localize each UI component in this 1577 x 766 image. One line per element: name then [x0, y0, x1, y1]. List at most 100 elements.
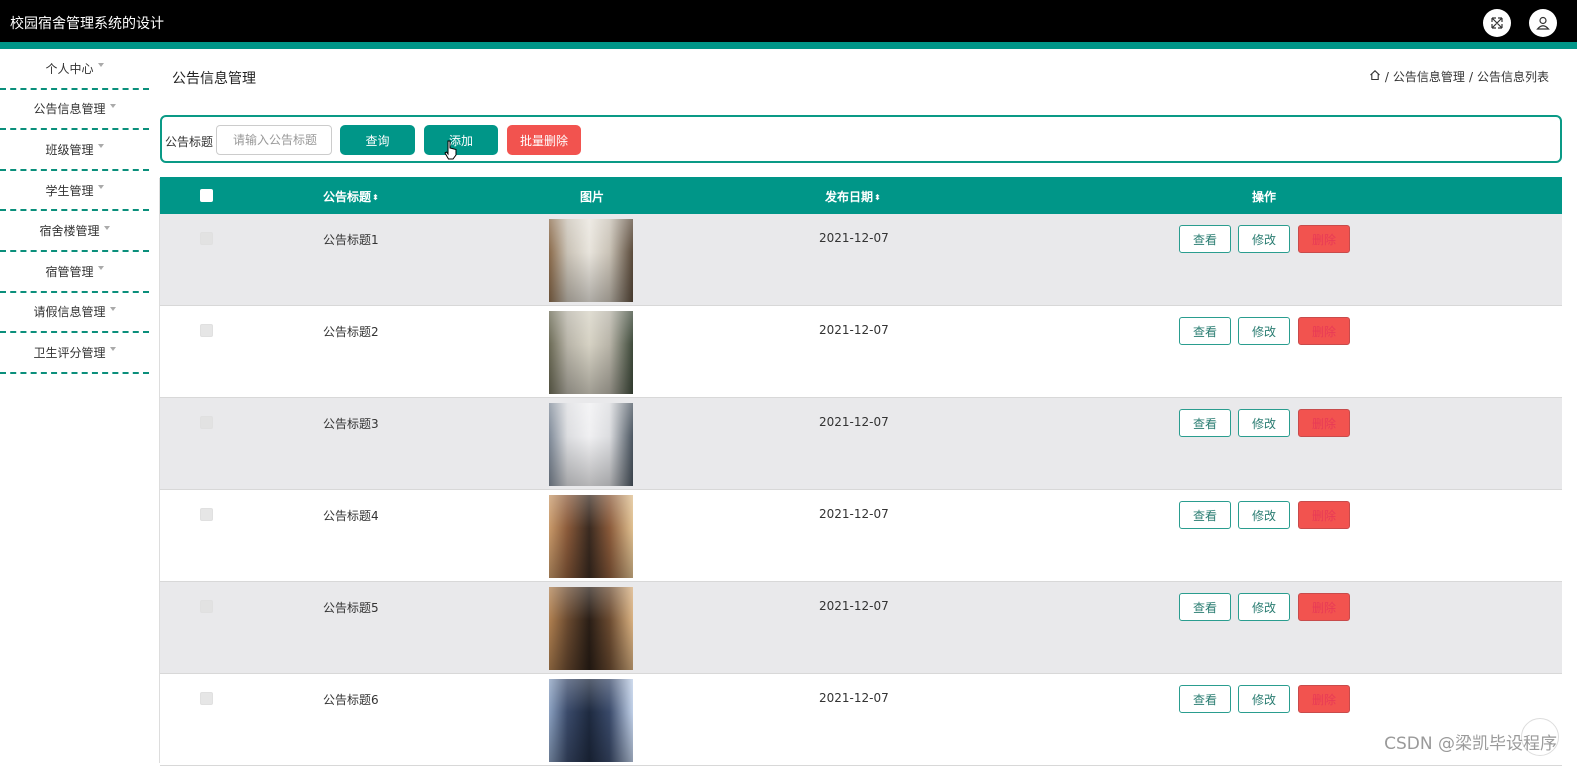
delete-button[interactable]: 删除: [1298, 409, 1350, 437]
row-title: 公告标题1: [323, 233, 379, 247]
query-button[interactable]: 查询: [340, 125, 415, 155]
row-title: 公告标题6: [323, 693, 379, 707]
delete-button[interactable]: 删除: [1298, 317, 1350, 345]
sidebar-item[interactable]: 学生管理: [0, 171, 149, 212]
table-header: 公告标题⬍ 图片 发布日期⬍ 操作: [160, 177, 1562, 214]
row-title: 公告标题3: [323, 417, 379, 431]
delete-button[interactable]: 删除: [1298, 685, 1350, 713]
sidebar-item-label: 请假信息管理: [33, 305, 106, 320]
select-all-checkbox[interactable]: [200, 189, 213, 202]
row-title: 公告标题5: [323, 601, 379, 615]
breadcrumb-item[interactable]: 公告信息管理: [1393, 68, 1465, 85]
row-checkbox[interactable]: [200, 416, 213, 429]
edit-button[interactable]: 修改: [1238, 409, 1290, 437]
row-date: 2021-12-07: [819, 599, 889, 613]
header-image: 图片: [580, 190, 605, 204]
view-button[interactable]: 查看: [1179, 409, 1231, 437]
table-row: 公告标题1 2021-12-07 查看 修改 删除: [160, 214, 1562, 306]
sidebar-item[interactable]: 公告信息管理: [0, 90, 149, 131]
header-date[interactable]: 发布日期⬍: [825, 188, 881, 205]
title-search-input[interactable]: [216, 125, 332, 155]
sidebar-item-label: 宿舍楼管理: [39, 224, 100, 239]
fullscreen-icon[interactable]: [1483, 9, 1511, 37]
edit-button[interactable]: 修改: [1238, 501, 1290, 529]
delete-button[interactable]: 删除: [1298, 593, 1350, 621]
sort-icon[interactable]: ⬍: [372, 193, 379, 202]
notice-table: 公告标题⬍ 图片 发布日期⬍ 操作 公告标题1 2021-12-07 查看 修改 删除公…: [160, 177, 1562, 766]
home-icon[interactable]: [1369, 69, 1381, 84]
header-title[interactable]: 公告标题⬍: [323, 188, 379, 205]
row-date: 2021-12-07: [819, 323, 889, 337]
breadcrumb-separator: /: [1384, 69, 1389, 84]
sidebar-item-label: 个人中心: [45, 61, 94, 76]
table-body: 公告标题1 2021-12-07 查看 修改 删除 公告标题2 2021-12-07 查看 修改…: [160, 214, 1562, 766]
row-checkbox[interactable]: [200, 508, 213, 521]
table-row: 公告标题2 2021-12-07 查看 修改 删除: [160, 306, 1562, 398]
view-button[interactable]: 查看: [1179, 501, 1231, 529]
page-title: 公告信息管理: [172, 71, 256, 87]
table-row: 公告标题6 2021-12-07 查看 修改 删除: [160, 674, 1562, 766]
view-button[interactable]: 查看: [1179, 317, 1231, 345]
breadcrumb-separator: /: [1468, 69, 1473, 84]
row-title: 公告标题4: [323, 509, 379, 523]
view-button[interactable]: 查看: [1179, 593, 1231, 621]
sidebar-item-label: 学生管理: [45, 183, 94, 198]
sidebar-item[interactable]: 请假信息管理: [0, 293, 149, 334]
delete-button[interactable]: 删除: [1298, 501, 1350, 529]
sidebar-item[interactable]: 班级管理: [0, 130, 149, 171]
sidebar-item[interactable]: 宿舍楼管理: [0, 211, 149, 252]
sidebar-item[interactable]: 宿管管理: [0, 252, 149, 293]
row-checkbox[interactable]: [200, 232, 213, 245]
row-thumbnail-image: [549, 403, 633, 486]
view-button[interactable]: 查看: [1179, 685, 1231, 713]
breadcrumb-item-current: 公告信息列表: [1476, 70, 1549, 84]
caret-down-icon: [109, 347, 116, 352]
table-row: 公告标题3 2021-12-07 查看 修改 删除: [160, 398, 1562, 490]
row-thumbnail-image: [549, 219, 633, 302]
sort-icon[interactable]: ⬍: [874, 193, 881, 202]
caret-down-icon: [103, 225, 110, 230]
row-date: 2021-12-07: [819, 507, 889, 521]
caret-down-icon: [109, 306, 116, 311]
row-thumbnail-image: [549, 679, 633, 762]
caret-down-icon: [97, 185, 104, 190]
row-date: 2021-12-07: [819, 691, 889, 705]
caret-down-icon: [97, 63, 104, 68]
sidebar-item[interactable]: 卫生评分管理: [0, 333, 149, 374]
row-date: 2021-12-07: [819, 415, 889, 429]
caret-down-icon: [97, 266, 104, 271]
sidebar-item-label: 公告信息管理: [33, 102, 106, 117]
table-row: 公告标题5 2021-12-07 查看 修改 删除: [160, 582, 1562, 674]
row-thumbnail-image: [549, 587, 633, 670]
row-date: 2021-12-07: [819, 231, 889, 245]
table-row: 公告标题4 2021-12-07 查看 修改 删除: [160, 490, 1562, 582]
view-button[interactable]: 查看: [1179, 225, 1231, 253]
edit-button[interactable]: 修改: [1238, 317, 1290, 345]
app-title: 校园宿舍管理系统的设计: [10, 16, 164, 32]
edit-button[interactable]: 修改: [1238, 685, 1290, 713]
delete-button[interactable]: 删除: [1298, 225, 1350, 253]
sidebar-item[interactable]: 个人中心: [0, 49, 149, 90]
row-checkbox[interactable]: [200, 692, 213, 705]
row-checkbox[interactable]: [200, 324, 213, 337]
sidebar-item-label: 卫生评分管理: [33, 345, 106, 360]
row-title: 公告标题2: [323, 325, 379, 339]
caret-down-icon: [109, 103, 116, 108]
mouse-cursor-icon: [444, 140, 458, 164]
row-thumbnail-image: [549, 311, 633, 394]
add-button[interactable]: 添加: [424, 125, 498, 155]
top-bar: 校园宿舍管理系统的设计: [0, 0, 1577, 42]
batch-delete-button[interactable]: 批量删除: [507, 125, 581, 155]
edit-button[interactable]: 修改: [1238, 225, 1290, 253]
sidebar-item-label: 班级管理: [45, 142, 94, 157]
accent-bar: [0, 42, 1577, 49]
user-icon[interactable]: [1529, 9, 1557, 37]
header-actions: 操作: [1252, 190, 1277, 204]
search-label: 公告标题: [165, 135, 214, 149]
sidebar-item-label: 宿管管理: [45, 264, 94, 279]
row-thumbnail-image: [549, 495, 633, 578]
caret-down-icon: [97, 144, 104, 149]
row-checkbox[interactable]: [200, 600, 213, 613]
search-panel: 公告标题 查询 添加 批量删除: [160, 115, 1562, 163]
edit-button[interactable]: 修改: [1238, 593, 1290, 621]
